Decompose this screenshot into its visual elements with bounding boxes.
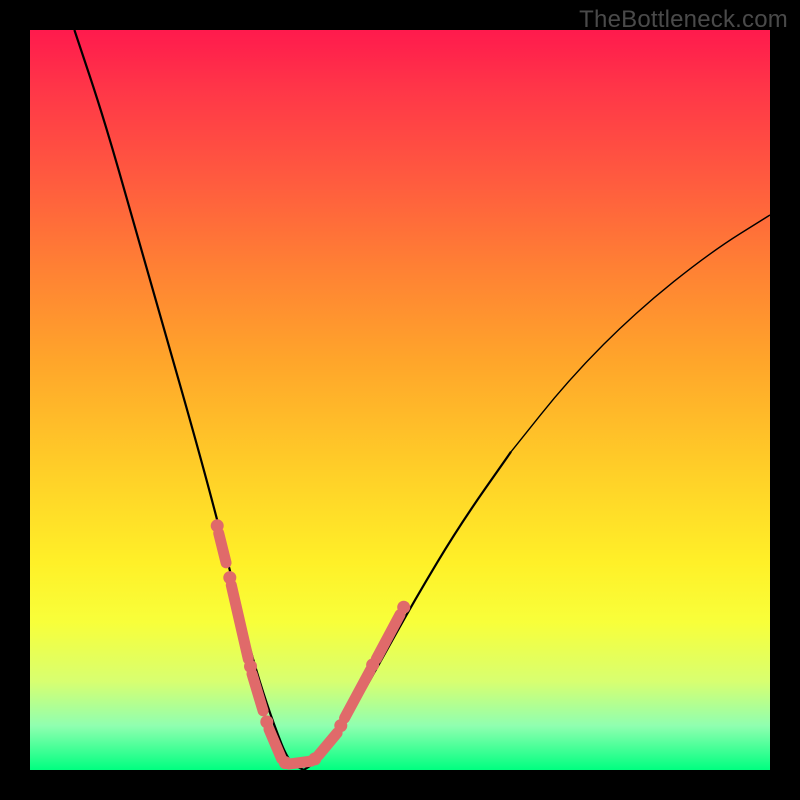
marker-segment <box>345 670 371 718</box>
marker-segment <box>252 674 263 711</box>
marker-dot <box>260 715 273 728</box>
marker-dot <box>211 519 224 532</box>
marker-segment <box>231 585 248 659</box>
marker-dot <box>366 658 379 671</box>
curve-overlay <box>30 30 770 770</box>
bottleneck-curve-right-tail <box>511 215 770 452</box>
marker-dot <box>334 719 347 732</box>
marker-segment <box>376 615 400 659</box>
bottleneck-curve-left <box>74 30 303 770</box>
marker-dot <box>244 660 257 673</box>
marker-dot <box>397 601 410 614</box>
marker-segment <box>219 533 226 563</box>
marker-segment <box>269 729 282 759</box>
marker-dot <box>308 752 321 765</box>
marker-segment <box>289 761 311 764</box>
valley-markers <box>211 519 410 769</box>
marker-dot <box>279 756 292 769</box>
marker-segment <box>319 733 338 755</box>
marker-dot <box>223 571 236 584</box>
